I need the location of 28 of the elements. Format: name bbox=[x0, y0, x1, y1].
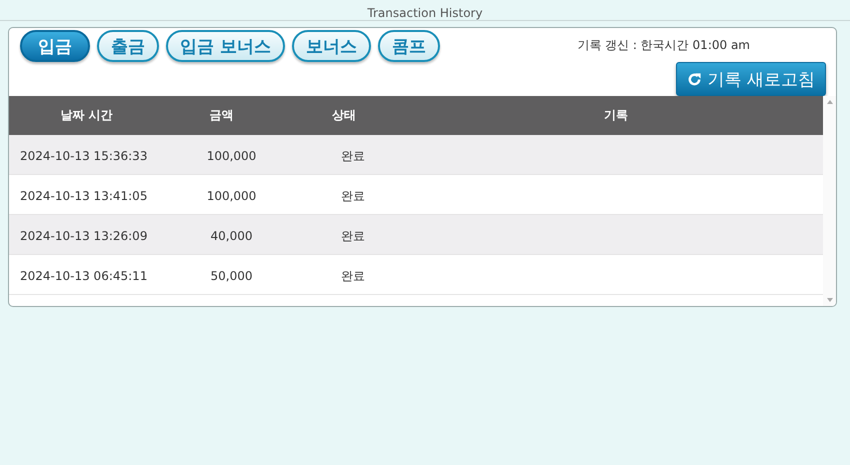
tab[interactable]: 출금 bbox=[97, 30, 159, 62]
scroll-down-icon[interactable] bbox=[826, 298, 832, 302]
refresh-button[interactable]: 기록 새로고침 bbox=[676, 62, 826, 96]
table-cell: 100,000 bbox=[206, 149, 256, 163]
column-header: 날짜 시간 bbox=[59, 107, 114, 124]
page-title: Transaction History bbox=[367, 6, 483, 20]
table-cell: 2024-10-13 13:26:09 bbox=[20, 229, 148, 243]
scroll-up-icon[interactable] bbox=[826, 100, 832, 104]
table-cell: 2024-10-13 15:36:33 bbox=[20, 149, 148, 163]
tab[interactable]: 콤프 bbox=[378, 30, 440, 62]
column-header: 상태 bbox=[331, 107, 357, 124]
tab[interactable]: 입금 bbox=[20, 30, 90, 62]
table-cell: 완료 bbox=[341, 268, 365, 282]
scrollbar[interactable] bbox=[823, 96, 836, 306]
table-cell: 완료 bbox=[341, 148, 365, 162]
table-cell: 2024-10-13 06:45:11 bbox=[20, 269, 148, 283]
table-cell: 100,000 bbox=[206, 189, 256, 203]
update-note: 기록 갱신 : 한국시간 01:00 am bbox=[577, 37, 751, 54]
table-cell: 완료 bbox=[341, 228, 365, 242]
table-cell: 2024-10-13 13:41:05 bbox=[20, 189, 148, 203]
table-cell: 50,000 bbox=[210, 269, 252, 283]
tab[interactable]: 입금 보너스 bbox=[166, 30, 285, 62]
column-header: 기록 bbox=[603, 107, 629, 124]
table-cell: 40,000 bbox=[210, 229, 252, 243]
column-header: 금액 bbox=[208, 107, 234, 124]
table-cell: 완료 bbox=[341, 188, 365, 202]
tab[interactable]: 보너스 bbox=[292, 30, 371, 62]
refresh-icon bbox=[686, 72, 702, 86]
